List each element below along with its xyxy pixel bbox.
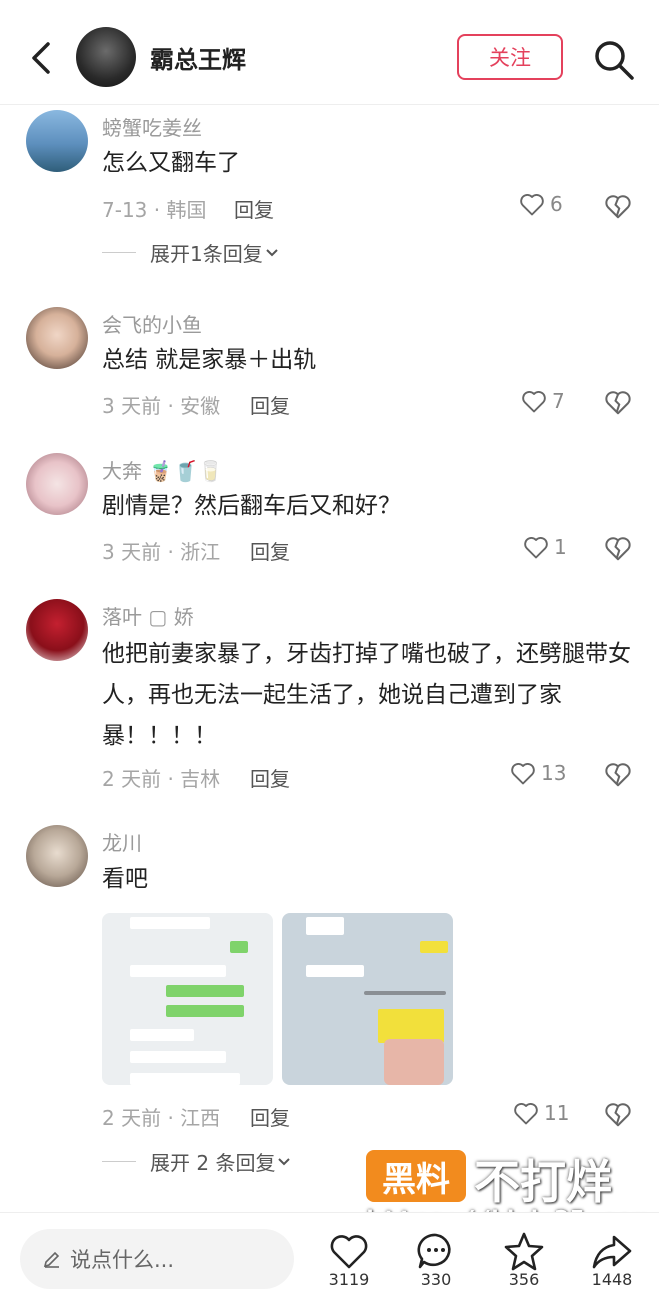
comment-text: 总结 就是家暴＋出轨: [102, 347, 317, 373]
commenter-name[interactable]: 龙川: [102, 827, 142, 856]
like-button[interactable]: 1: [522, 533, 567, 561]
reply-button[interactable]: 回复: [250, 390, 290, 419]
comment-image[interactable]: [102, 913, 273, 1085]
commenter-name[interactable]: 会飞的小鱼: [102, 309, 202, 338]
author-name[interactable]: 霸总王辉: [150, 40, 246, 75]
like-count: 1: [554, 535, 567, 559]
commenter-avatar[interactable]: [26, 307, 88, 369]
like-button[interactable]: 6: [518, 190, 563, 218]
broken-heart-icon[interactable]: [603, 759, 633, 789]
reply-button[interactable]: 回复: [250, 763, 290, 792]
pencil-icon: [43, 1251, 60, 1268]
comment-meta: 2 天前 · 吉林: [102, 767, 221, 791]
reply-button[interactable]: 回复: [250, 1102, 290, 1131]
like-icon[interactable]: [327, 1229, 371, 1273]
comment-text: 怎么又翻车了: [102, 150, 240, 176]
commenter-avatar[interactable]: [26, 825, 88, 887]
comment-image[interactable]: [282, 913, 453, 1085]
expand-label: 展开 2 条回复: [150, 1151, 276, 1175]
heart-icon: [514, 1102, 538, 1125]
like-count: 6: [550, 192, 563, 216]
commenter-name[interactable]: 大奔 🧋🥤🥛: [102, 455, 223, 484]
expand-replies[interactable]: 展开 2 条回复: [102, 1147, 293, 1176]
broken-heart-icon[interactable]: [603, 1099, 633, 1129]
commenter-avatar[interactable]: [26, 599, 88, 661]
heart-icon: [524, 536, 548, 559]
watermark-text: 不打烊: [474, 1155, 612, 1209]
chevron-down-icon: [278, 1157, 291, 1165]
expand-label: 展开1条回复: [150, 242, 263, 266]
commenter-name[interactable]: 落叶 ▢ 娇: [102, 601, 194, 630]
commenter-name[interactable]: 螃蟹吃姜丝: [102, 112, 202, 141]
comment-meta: 7-13 · 韩国: [102, 198, 207, 222]
comment-text: 剧情是？然后翻车后又和好？: [102, 493, 401, 519]
heart-icon: [520, 193, 544, 216]
broken-heart-icon[interactable]: [603, 387, 633, 417]
top-bar: 霸总王辉 关注: [0, 0, 659, 105]
broken-heart-icon[interactable]: [603, 533, 633, 563]
reply-button[interactable]: 回复: [250, 536, 290, 565]
search-icon[interactable]: [592, 38, 636, 82]
divider: [102, 1161, 136, 1162]
comment-text: 他把前妻家暴了，牙齿打掉了嘴也破了，还劈腿带女人，再也无法一起生活了，她说自己遭…: [102, 641, 631, 749]
commenter-avatar[interactable]: [26, 453, 88, 515]
comment-placeholder: 说点什么...: [70, 1248, 175, 1272]
heart-icon: [522, 390, 546, 413]
like-button[interactable]: 11: [512, 1099, 569, 1127]
share-icon[interactable]: [590, 1229, 634, 1273]
commenter-avatar[interactable]: [26, 110, 88, 172]
like-button[interactable]: 13: [509, 759, 566, 787]
watermark-logo: 黑料: [366, 1150, 466, 1202]
comment-meta: 3 天前 · 安徽: [102, 394, 221, 418]
chevron-down-icon: [266, 248, 278, 256]
reply-button[interactable]: 回复: [234, 194, 274, 223]
like-count: 13: [541, 761, 567, 785]
comment-icon[interactable]: [414, 1229, 458, 1273]
divider: [102, 252, 136, 253]
comment-meta: 3 天前 · 浙江: [102, 540, 221, 564]
comment-meta: 2 天前 · 江西: [102, 1106, 221, 1130]
expand-replies[interactable]: 展开1条回复: [102, 238, 281, 267]
comment-text: 看吧: [102, 866, 148, 892]
like-button[interactable]: 7: [520, 387, 565, 415]
heart-icon: [511, 762, 535, 785]
follow-button[interactable]: 关注: [457, 34, 563, 80]
like-count: 11: [544, 1101, 570, 1125]
broken-heart-icon[interactable]: [603, 191, 633, 221]
watermark: 黑料 不打烊 https://bbdy35.com: [366, 1150, 656, 1236]
comment-input[interactable]: 说点什么...: [20, 1229, 294, 1289]
like-count: 7: [552, 389, 565, 413]
author-avatar[interactable]: [76, 27, 136, 87]
back-icon[interactable]: [22, 34, 62, 82]
star-icon[interactable]: [502, 1229, 546, 1273]
